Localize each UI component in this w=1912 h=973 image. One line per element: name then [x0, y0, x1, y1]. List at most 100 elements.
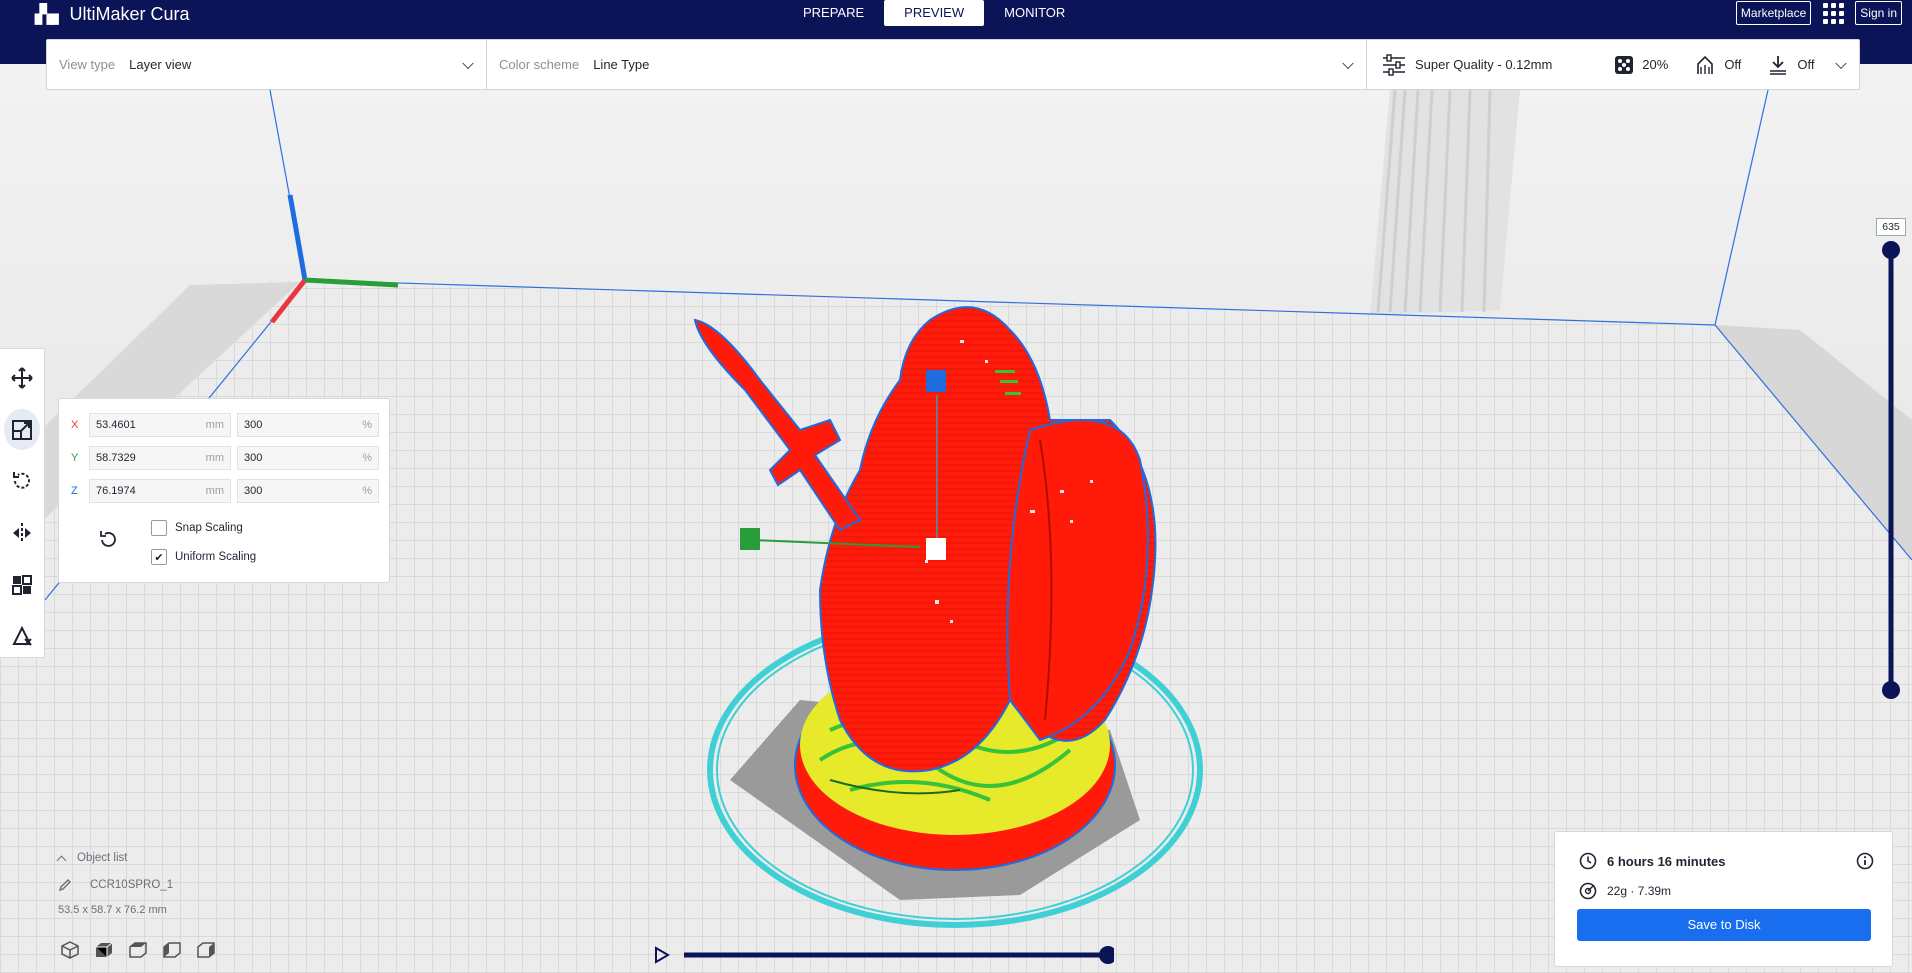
spool-icon — [1579, 882, 1597, 900]
print-info-panel: 6 hours 16 minutes 22g · 7.39m Save to D… — [1554, 831, 1893, 967]
size-x-unit: mm — [205, 419, 224, 431]
infill-item: 20% — [1614, 55, 1668, 75]
play-icon — [655, 946, 670, 964]
pencil-icon — [58, 879, 71, 892]
size-y-unit: mm — [205, 452, 224, 464]
percent-y-unit: % — [362, 452, 372, 464]
scale-row-z: Z 76.1974 mm 300 % — [71, 479, 379, 503]
snap-scaling-option[interactable]: Snap Scaling — [151, 520, 243, 536]
percent-x-field[interactable]: 300 % — [237, 413, 379, 437]
rotate-tool-button[interactable] — [4, 460, 40, 502]
support-value: Off — [1724, 57, 1742, 72]
snap-scaling-label: Snap Scaling — [175, 522, 243, 534]
material-value: 22g · 7.39m — [1607, 884, 1672, 898]
axis-x-label: X — [71, 419, 79, 431]
size-y-value: 58.7329 — [96, 452, 136, 464]
view-type-label: View type — [59, 57, 116, 72]
stage-tabs: PREPARE PREVIEW MONITOR — [783, 0, 1085, 26]
snap-scaling-checkbox[interactable] — [151, 520, 167, 536]
layer-slider[interactable]: 635 — [1876, 218, 1906, 699]
scale-icon — [12, 419, 32, 440]
color-scheme-value: Line Type — [593, 57, 650, 72]
percent-z-unit: % — [362, 485, 372, 497]
profile-value: Super Quality - 0.12mm — [1415, 57, 1553, 72]
camera-view-buttons — [60, 940, 216, 960]
chevron-down-icon — [1342, 57, 1354, 69]
apps-grid-icon[interactable] — [1821, 1, 1845, 25]
scale-tool-button[interactable] — [4, 408, 40, 451]
axis-z-label: Z — [71, 485, 78, 497]
view-type-dropdown[interactable]: View type Layer view — [47, 40, 487, 89]
percent-y-field[interactable]: 300 % — [237, 446, 379, 470]
support-item: Off — [1694, 54, 1741, 76]
percent-z-field[interactable]: 300 % — [237, 479, 379, 503]
view-front-icon[interactable] — [94, 940, 114, 960]
size-z-unit: mm — [205, 485, 224, 497]
reset-icon — [100, 531, 116, 547]
print-settings-selector[interactable]: Super Quality - 0.12mm 20% Off Off — [1367, 53, 1859, 76]
chevron-down-icon — [462, 57, 474, 69]
mirror-tool-button[interactable] — [4, 512, 40, 554]
infill-value: 20% — [1642, 57, 1669, 72]
reset-scale-button[interactable] — [97, 529, 119, 554]
uniform-scaling-checkbox[interactable]: ✔ — [151, 549, 167, 565]
uniform-scaling-label: Uniform Scaling — [175, 551, 257, 563]
chevron-down-icon — [1835, 57, 1847, 69]
uniform-scaling-option[interactable]: ✔ Uniform Scaling — [151, 549, 256, 565]
layer-path-slider[interactable] — [654, 944, 1117, 966]
view-3d-icon[interactable] — [60, 940, 80, 960]
layer-slider-top-handle — [1882, 241, 1900, 259]
material-usage: 22g · 7.39m — [1579, 882, 1671, 900]
support-blocker-icon — [12, 625, 32, 646]
object-list-title: Object list — [77, 852, 128, 864]
object-dimensions: 53.5 x 58.7 x 76.2 mm — [58, 904, 167, 916]
tool-sidebar — [0, 348, 45, 658]
scale-panel: X 53.4601 mm 300 % Y 58.7329 mm 300 % Z … — [58, 398, 390, 583]
header-right: Marketplace Sign in — [1735, 1, 1902, 25]
layer-slider-track[interactable] — [1876, 240, 1906, 700]
color-scheme-dropdown[interactable]: Color scheme Line Type — [487, 40, 1367, 89]
support-icon — [1697, 55, 1714, 74]
sign-in-button[interactable]: Sign in — [1855, 1, 1902, 25]
tab-prepare[interactable]: PREPARE — [783, 0, 884, 26]
per-model-settings-button[interactable] — [4, 564, 40, 606]
save-to-disk-button[interactable]: Save to Disk — [1577, 909, 1871, 941]
view-top-icon[interactable] — [128, 940, 148, 960]
print-time: 6 hours 16 minutes — [1579, 852, 1725, 870]
size-z-field[interactable]: 76.1974 mm — [89, 479, 231, 503]
percent-z-value: 300 — [244, 485, 263, 497]
clock-icon — [1579, 852, 1597, 870]
color-scheme-label: Color scheme — [499, 57, 580, 72]
settings-sliders-icon — [1383, 53, 1405, 76]
adhesion-item: Off — [1767, 54, 1815, 76]
rotate-icon — [13, 472, 30, 489]
tab-monitor[interactable]: MONITOR — [984, 0, 1085, 26]
view-type-value: Layer view — [129, 57, 192, 72]
infill-icon — [1615, 55, 1634, 74]
view-right-icon[interactable] — [196, 940, 216, 960]
support-blocker-button[interactable] — [4, 615, 40, 657]
scale-row-y: Y 58.7329 mm 300 % — [71, 446, 379, 470]
move-icon — [11, 367, 33, 389]
scale-row-x: X 53.4601 mm 300 % — [71, 413, 379, 437]
object-list-item[interactable]: CCR10SPRO_1 — [58, 878, 318, 892]
path-slider-handle — [1099, 946, 1117, 964]
marketplace-button[interactable]: Marketplace — [1735, 1, 1812, 25]
size-y-field[interactable]: 58.7329 mm — [89, 446, 231, 470]
tab-preview[interactable]: PREVIEW — [884, 0, 985, 26]
view-left-icon[interactable] — [162, 940, 182, 960]
view-toolbar: View type Layer view Color scheme Line T… — [46, 39, 1860, 90]
app-logo: ▗▚▖ UltiMaker Cura — [28, 2, 190, 26]
object-list-toggle[interactable]: Object list — [56, 852, 318, 865]
mirror-icon — [13, 522, 31, 543]
size-x-field[interactable]: 53.4601 mm — [89, 413, 231, 437]
percent-y-value: 300 — [244, 452, 263, 464]
object-name: CCR10SPRO_1 — [90, 879, 174, 891]
layer-slider-bottom-handle — [1882, 681, 1900, 699]
per-model-settings-icon — [12, 574, 32, 595]
layer-number-field[interactable]: 635 — [1876, 218, 1906, 236]
profile-item: Super Quality - 0.12mm — [1381, 53, 1553, 76]
move-tool-button[interactable] — [4, 357, 40, 399]
print-details-button[interactable] — [1856, 852, 1874, 873]
print-time-value: 6 hours 16 minutes — [1607, 853, 1726, 869]
